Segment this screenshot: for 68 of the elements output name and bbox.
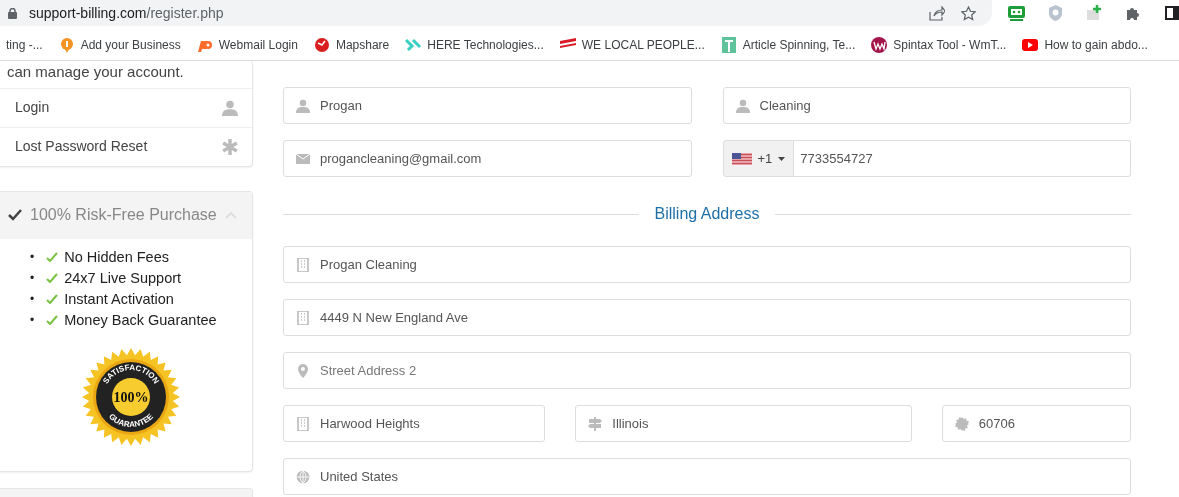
asterisk-icon xyxy=(222,138,238,155)
card-title: 100% Risk-Free Purchase xyxy=(30,205,217,225)
feature-item: Money Back Guarantee xyxy=(64,310,217,330)
side-panel-icon[interactable] xyxy=(1165,6,1179,20)
input-field[interactable]: Harwood Heights xyxy=(283,405,546,442)
input-field[interactable]: progancleaning@gmail.com xyxy=(283,140,692,177)
lock-icon xyxy=(8,7,17,19)
bookmark[interactable]: WE LOCAL PEOPLE... xyxy=(553,36,715,54)
circle-logo-icon xyxy=(871,37,888,53)
badge-icon xyxy=(954,417,969,431)
person-icon xyxy=(222,99,238,116)
feature-item: Instant Activation xyxy=(64,289,174,309)
check-icon xyxy=(46,273,59,283)
building-icon xyxy=(296,258,310,272)
bullet: • xyxy=(30,290,35,308)
puzzle-icon[interactable] xyxy=(1126,5,1141,21)
signpost-icon xyxy=(588,417,603,431)
star-icon[interactable] xyxy=(961,5,976,21)
bullet: • xyxy=(30,248,35,266)
bullet: • xyxy=(30,269,35,287)
bookmark[interactable]: ting -... xyxy=(0,36,53,54)
input-field[interactable]: Illinois xyxy=(575,405,912,442)
envelope-icon xyxy=(296,152,310,166)
globe-icon xyxy=(296,470,310,484)
person-icon xyxy=(296,99,310,113)
phone-field[interactable]: 7733554727 xyxy=(794,140,1131,177)
person-icon xyxy=(735,99,750,113)
chevron-icon xyxy=(405,37,422,53)
bullet: • xyxy=(30,311,35,329)
address-bar[interactable]: support-billing.com/register.php xyxy=(0,0,992,26)
sidebar-link[interactable]: Lost Password Reset xyxy=(0,126,252,166)
input-field[interactable]: Progan xyxy=(283,87,692,124)
letter-block-icon xyxy=(720,37,737,53)
bookmark[interactable]: HERE Technologies... xyxy=(399,36,554,54)
share-icon[interactable] xyxy=(929,5,945,21)
play-icon xyxy=(1022,37,1039,53)
building-icon xyxy=(296,417,310,431)
check-icon xyxy=(46,315,59,325)
extension-icon[interactable] xyxy=(1008,5,1025,21)
input-field[interactable]: Cleaning xyxy=(722,87,1131,124)
location-pin-icon xyxy=(58,37,75,53)
input-field[interactable]: Progan Cleaning xyxy=(283,246,1131,283)
sidebar-link[interactable]: Login xyxy=(0,87,252,127)
input-field[interactable]: United States xyxy=(283,458,1131,495)
bookmark[interactable]: How to gain abdo... xyxy=(1016,36,1158,54)
caret-icon xyxy=(778,156,786,161)
us-flag-icon xyxy=(731,152,752,165)
ball-icon xyxy=(313,37,330,53)
map-marker-icon xyxy=(296,364,310,378)
section-heading: Billing Address xyxy=(653,204,761,224)
bookmark[interactable]: Add your Business xyxy=(52,36,191,54)
feature-item: 24x7 Live Support xyxy=(64,268,182,288)
country-code-selector[interactable]: +1 xyxy=(722,140,795,177)
add-extension-icon[interactable] xyxy=(1086,5,1102,21)
bookmark[interactable]: Mapshare xyxy=(307,36,400,54)
input-field[interactable]: 4449 N New England Ave xyxy=(283,299,1131,336)
check-icon xyxy=(8,209,22,221)
bookmark[interactable]: Article Spinning, Te... xyxy=(714,36,866,54)
input-field[interactable]: 60706 xyxy=(941,405,1131,442)
account-text: can manage your account. xyxy=(6,62,185,82)
input-field[interactable]: Street Address 2 xyxy=(283,352,1131,389)
url-text: support-billing.com/register.php xyxy=(29,4,224,23)
bookmark[interactable]: Webmail Login xyxy=(190,36,308,54)
feature-item: No Hidden Fees xyxy=(64,247,169,267)
bookmark[interactable]: Spintax Tool - WmT... xyxy=(865,36,1017,54)
check-icon xyxy=(46,294,59,304)
building-icon xyxy=(296,311,310,325)
check-icon xyxy=(46,252,59,262)
